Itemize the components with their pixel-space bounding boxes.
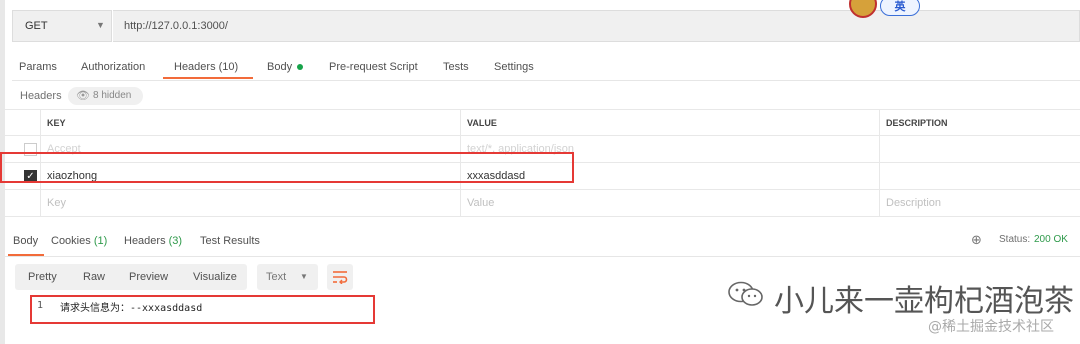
chevron-down-icon: ▼ — [300, 272, 308, 281]
response-tab-cookies[interactable]: Cookies (1) — [51, 233, 107, 249]
headers-count: (3) — [168, 235, 183, 247]
view-visualize-button[interactable]: Visualize — [193, 264, 237, 290]
tab-settings[interactable]: Settings — [494, 56, 534, 78]
response-tab-body[interactable]: Body — [13, 233, 38, 249]
body-indicator-dot — [297, 64, 303, 70]
view-raw-button[interactable]: Raw — [83, 264, 105, 290]
tab-body[interactable]: Body — [267, 56, 292, 78]
tab-headers[interactable]: Headers (10) — [174, 56, 238, 78]
response-tab-cookies-label: Cookies — [51, 235, 91, 247]
status-label: Status: — [999, 234, 1031, 245]
active-tab-underline — [163, 77, 253, 79]
annotation-highlight-box — [30, 295, 375, 324]
column-header-value: VALUE — [467, 118, 497, 128]
watermark-title: 小儿来一壶枸杞酒泡茶 — [774, 284, 1074, 319]
column-divider — [879, 109, 880, 217]
new-value-input[interactable]: Value — [467, 190, 494, 217]
headers-section-title: Headers — [20, 90, 62, 102]
status-badge[interactable]: 200 OK — [1034, 234, 1068, 245]
method-label: GET — [25, 20, 48, 32]
chevron-down-icon[interactable]: ▼ — [96, 20, 105, 30]
tab-tests[interactable]: Tests — [443, 56, 469, 78]
watermark-subtitle: @稀土掘金技术社区 — [928, 319, 1054, 335]
format-select-label: Text — [266, 271, 287, 283]
tab-params[interactable]: Params — [19, 56, 57, 78]
response-tab-test-results[interactable]: Test Results — [200, 233, 260, 249]
annotation-highlight-box — [0, 152, 574, 183]
eye-icon: 👁 — [76, 90, 90, 102]
tab-pre-request-script[interactable]: Pre-request Script — [329, 56, 418, 78]
column-header-description: DESCRIPTION — [886, 118, 948, 128]
wechat-icon — [728, 281, 763, 306]
new-description-input[interactable]: Description — [886, 190, 941, 217]
table-header-row: KEY VALUE DESCRIPTION — [5, 109, 1080, 136]
wrap-lines-icon — [333, 271, 348, 284]
tab-authorization[interactable]: Authorization — [81, 56, 145, 78]
view-pretty-button[interactable]: Pretty — [28, 264, 57, 290]
ime-label: 英 — [894, 1, 906, 13]
table-row-new[interactable]: Key Value Description — [5, 190, 1080, 217]
cookies-count: (1) — [93, 235, 108, 247]
url-input[interactable] — [113, 10, 1080, 42]
url-text[interactable]: http://127.0.0.1:3000/ — [124, 10, 228, 42]
response-tab-headers[interactable]: Headers (3) — [124, 233, 182, 249]
new-key-input[interactable]: Key — [47, 190, 66, 217]
hidden-headers-label[interactable]: 8 hidden — [93, 87, 131, 105]
divider — [5, 256, 1080, 257]
divider — [12, 80, 1080, 81]
view-preview-button[interactable]: Preview — [129, 264, 168, 290]
column-header-key: KEY — [47, 118, 66, 128]
globe-icon[interactable]: ⊕ — [971, 232, 982, 248]
response-tab-headers-label: Headers — [124, 235, 166, 247]
